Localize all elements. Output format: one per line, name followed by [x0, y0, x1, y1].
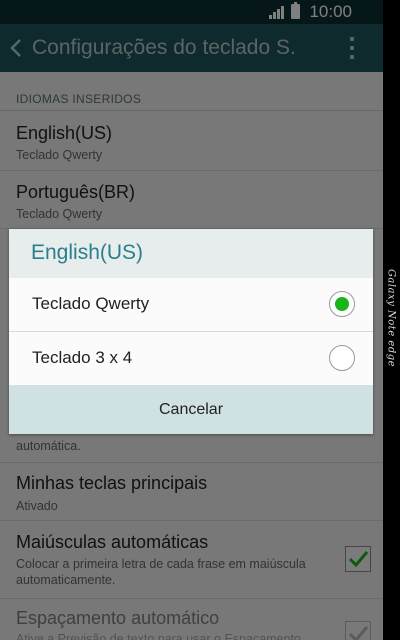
option-label: Teclado Qwerty [32, 294, 150, 313]
screen: 10:00 Configurações do teclado S. IDIOMA… [0, 0, 383, 640]
cancel-button[interactable]: Cancelar [9, 385, 373, 434]
option-label: Teclado 3 x 4 [32, 348, 133, 367]
dialog-header: English(US) [9, 229, 373, 278]
keyboard-type-dialog: English(US) Teclado Qwerty Teclado 3 x 4… [9, 229, 373, 434]
edge-label: Galaxy Note edge [385, 268, 397, 368]
option-3x4[interactable]: Teclado 3 x 4 [9, 332, 373, 385]
dialog-title: English(US) [31, 241, 144, 264]
radio-selected-icon[interactable] [329, 291, 355, 317]
radio-unselected-icon[interactable] [329, 345, 355, 371]
dialog-footer: Cancelar [9, 385, 373, 434]
option-qwerty[interactable]: Teclado Qwerty [9, 278, 373, 331]
